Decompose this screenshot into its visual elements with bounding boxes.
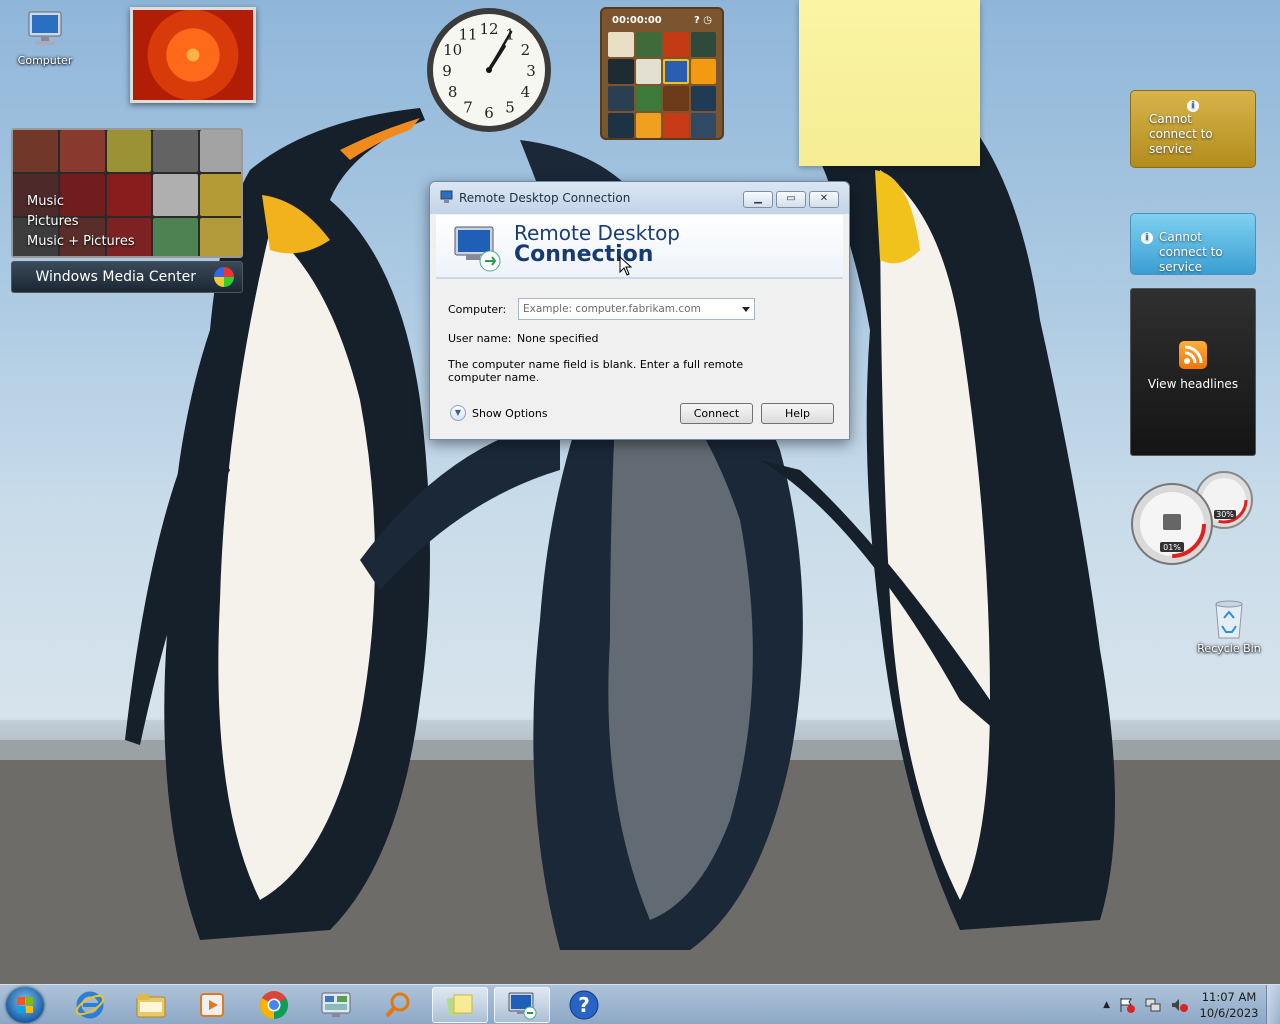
taskbar-windows-explorer[interactable] (123, 987, 179, 1023)
weather-gadget[interactable]: i Cannot connect to service (1130, 90, 1256, 168)
windows-logo-icon (17, 997, 33, 1013)
desktop-icon-computer[interactable]: Computer (8, 8, 82, 67)
dialog-title: Remote Desktop Connection (459, 191, 631, 205)
weather-message: Cannot connect to service (1149, 112, 1213, 156)
taskbar-search[interactable] (370, 987, 426, 1023)
windows-media-center-label: Windows Media Center (35, 269, 196, 285)
computer-icon (24, 8, 66, 50)
info-icon: i (1187, 100, 1199, 112)
maximize-button[interactable]: ▭ (776, 191, 806, 208)
control-panel-icon (321, 992, 351, 1017)
sticky-notes-icon (446, 994, 473, 1017)
network-icon[interactable] (1144, 996, 1162, 1014)
taskbar-clock[interactable]: 11:07 AM 10/6/2023 (1196, 989, 1262, 1021)
currency-gadget[interactable]: i Cannot connect to service (1130, 213, 1256, 275)
rss-icon (1179, 341, 1207, 369)
taskbar-internet-explorer[interactable] (62, 987, 118, 1023)
clock-date: 10/6/2023 (1199, 1006, 1259, 1020)
desktop-icon-label: Recycle Bin (1197, 642, 1261, 655)
chevron-down-icon: ▼ (450, 405, 466, 421)
taskbar-remote-desktop[interactable] (494, 987, 550, 1023)
clock-numeral: 11 (458, 26, 477, 44)
taskbar-help[interactable]: ? (556, 987, 612, 1023)
windows-media-center-bar[interactable]: Windows Media Center (11, 261, 243, 293)
clock-numeral: 12 (479, 20, 498, 38)
clock-gadget[interactable]: 121234567891011 (425, 6, 553, 134)
media-center-gadget[interactable]: Music Pictures Music + Pictures (11, 128, 243, 258)
puzzle-grid[interactable] (608, 32, 716, 138)
puzzle-controls-icon[interactable]: ? ◷ (694, 15, 712, 29)
picture-puzzle-gadget[interactable]: 00:00:00 ? ◷ (600, 7, 724, 140)
taskbar: ? ▲ 11:07 AM 10/6/2023 (0, 984, 1280, 1024)
chrome-icon (260, 991, 288, 1019)
help-icon: ? (569, 990, 599, 1020)
show-hidden-icons-button[interactable]: ▲ (1103, 1000, 1110, 1010)
media-player-icon (200, 993, 224, 1017)
windows-orb-icon (214, 267, 234, 287)
connect-button[interactable]: Connect (680, 403, 753, 424)
memory-percent: 30% (1216, 510, 1234, 519)
dropdown-arrow-icon[interactable] (742, 307, 750, 312)
remote-desktop-dialog[interactable]: Remote Desktop Connection ▁ ▭ ✕ Remote D… (429, 181, 850, 440)
close-button[interactable]: ✕ (809, 191, 839, 208)
username-label: User name: (448, 332, 512, 345)
clock-numeral: 8 (448, 83, 458, 101)
clock-center (486, 67, 492, 73)
action-center-icon[interactable] (1118, 996, 1136, 1014)
volume-icon[interactable] (1170, 996, 1188, 1014)
cpu-percent: 01% (1163, 543, 1181, 552)
minimize-button[interactable]: ▁ (743, 191, 773, 208)
desktop-icon-label: Computer (17, 54, 73, 67)
show-options-label: Show Options (472, 406, 548, 420)
info-icon: i (1141, 232, 1153, 244)
dialog-banner: Remote Desktop Connection (436, 215, 843, 279)
view-headlines-label: View headlines (1147, 377, 1239, 391)
clock-numeral: 10 (443, 41, 462, 59)
clock-numeral: 5 (505, 98, 515, 116)
media-menu-music[interactable]: Music (27, 192, 135, 212)
clock-time: 11:07 AM (1201, 990, 1257, 1004)
rdc-small-icon (440, 190, 454, 207)
folder-icon (136, 994, 166, 1018)
puzzle-timer: 00:00:00 (612, 15, 662, 26)
clock-face: 121234567891011 (427, 8, 551, 132)
taskbar-sticky-notes[interactable] (432, 987, 488, 1023)
taskbar-media-player[interactable] (184, 987, 240, 1023)
recycle-bin-icon (1208, 596, 1250, 639)
help-button[interactable]: Help (761, 403, 834, 424)
blank-name-message: The computer name field is blank. Enter … (448, 358, 744, 384)
feed-headlines-gadget[interactable]: View headlines (1130, 288, 1256, 456)
svg-text:?: ? (578, 993, 590, 1017)
clock-numeral: 3 (526, 62, 536, 80)
username-value: None specified (517, 332, 599, 345)
show-options-toggle[interactable]: ▼ Show Options (450, 405, 548, 421)
remote-desktop-icon (452, 223, 502, 276)
computer-combobox[interactable]: Example: computer.fabrikam.com (518, 298, 755, 320)
cpu-meter-gadget[interactable]: 01% 30% (1130, 470, 1258, 566)
remote-desktop-icon (508, 992, 537, 1020)
clock-numeral: 7 (463, 98, 473, 116)
notification-area: ▲ 11:07 AM 10/6/2023 (1103, 989, 1262, 1021)
slideshow-gadget[interactable] (130, 7, 256, 103)
computer-placeholder: Example: computer.fabrikam.com (523, 303, 701, 315)
start-button[interactable] (6, 987, 44, 1023)
currency-message: Cannot connect to service (1159, 230, 1223, 274)
show-desktop-button[interactable] (1266, 985, 1280, 1024)
media-menu-pictures[interactable]: Pictures (27, 212, 135, 232)
clock-numeral: 2 (521, 41, 531, 59)
mouse-cursor-icon (619, 256, 633, 276)
clock-numeral: 9 (442, 62, 452, 80)
desktop-icon-recycle-bin[interactable]: Recycle Bin (1192, 596, 1266, 655)
clock-numeral: 6 (484, 104, 494, 122)
computer-label: Computer: (448, 303, 507, 316)
media-menu-music-pictures[interactable]: Music + Pictures (27, 232, 135, 252)
cpu-meter-dials: 01% 30% (1131, 471, 1253, 565)
taskbar-chrome[interactable] (246, 987, 302, 1023)
taskbar-control-panel[interactable] (308, 987, 364, 1023)
clock-numeral: 4 (521, 83, 531, 101)
internet-explorer-icon (75, 991, 105, 1019)
sticky-note[interactable] (799, 0, 980, 166)
magnifier-icon (385, 992, 410, 1018)
